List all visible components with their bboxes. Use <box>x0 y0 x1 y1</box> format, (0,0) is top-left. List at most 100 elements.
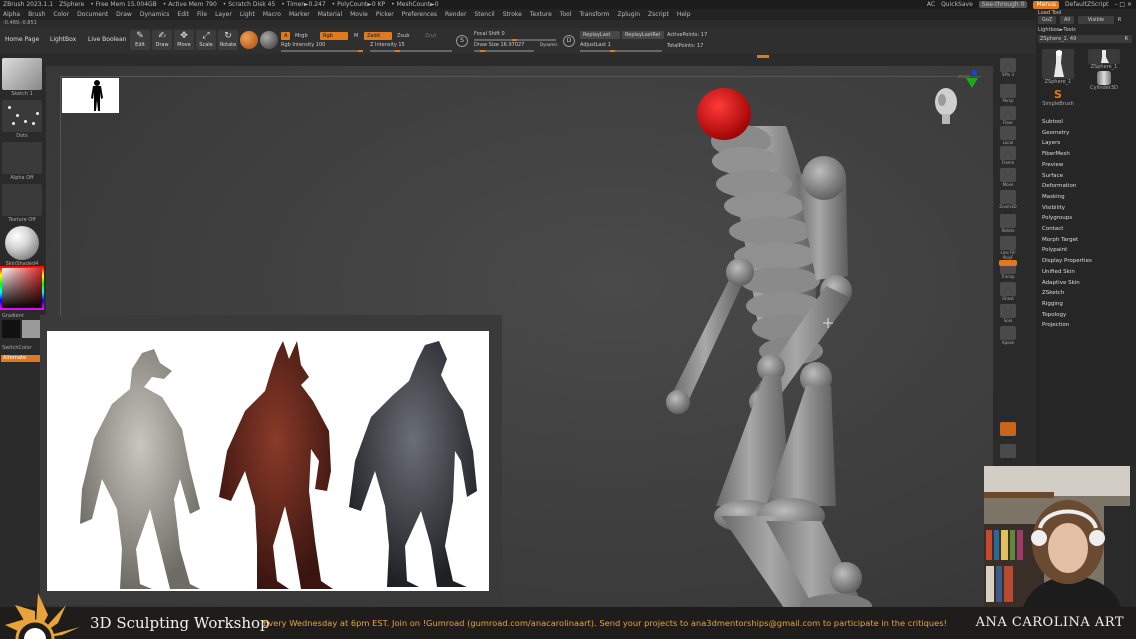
menu-draw[interactable]: Draw <box>116 11 132 18</box>
subpalette-rigging[interactable]: Rigging <box>1042 299 1092 310</box>
main-color-swatch[interactable] <box>2 320 20 338</box>
menu-movie[interactable]: Movie <box>350 11 368 18</box>
rotate-mode-button[interactable]: ↻ Rotate <box>218 30 238 50</box>
subpalette-polypaint[interactable]: Polypaint <box>1042 245 1092 256</box>
dynamic-toggle[interactable]: Dynamic <box>537 41 561 49</box>
switch-color-button[interactable]: SwitchColor <box>2 345 32 351</box>
zcut-toggle[interactable]: Zcut <box>422 32 439 40</box>
scale-mode-button[interactable]: ⤢ Scale <box>196 30 216 50</box>
menu-document[interactable]: Document <box>77 11 108 18</box>
zsub-toggle[interactable]: Zsub <box>394 32 412 40</box>
quicksave-button[interactable]: QuickSave <box>941 0 973 9</box>
lock-icon[interactable] <box>1000 444 1016 458</box>
tray-button-line-fill-polyf[interactable]: Line Fill PolyF <box>996 236 1020 260</box>
replay-last-rel-button[interactable]: ReplayLastRel <box>622 31 664 39</box>
subpalette-layers[interactable]: Layers <box>1042 138 1092 149</box>
default-zscript-button[interactable]: DefaultZScript <box>1065 0 1108 9</box>
subpalette-polygroups[interactable]: Polygroups <box>1042 213 1092 224</box>
menu-zplugin[interactable]: Zplugin <box>617 11 640 18</box>
menu-alpha[interactable]: Alpha <box>3 11 20 18</box>
menu-stroke[interactable]: Stroke <box>503 11 522 18</box>
menu-render[interactable]: Render <box>445 11 466 18</box>
focal-shift-icon[interactable]: S <box>456 35 468 47</box>
tray-button-floor[interactable]: Floor <box>996 106 1020 125</box>
material-swatch[interactable] <box>240 31 258 49</box>
rgb-toggle[interactable]: Rgb <box>320 32 348 40</box>
lightbox-button[interactable]: LightBox <box>50 36 76 43</box>
home-page-button[interactable]: Home Page <box>5 36 39 43</box>
subpalette-geometry[interactable]: Geometry <box>1042 128 1092 139</box>
goz-r-button[interactable]: R <box>1118 17 1121 23</box>
z-intensity-slider[interactable] <box>370 50 452 52</box>
subpalette-visibility[interactable]: Visibility <box>1042 203 1092 214</box>
menu-brush[interactable]: Brush <box>28 11 45 18</box>
move-mode-button[interactable]: ✥ Move <box>174 30 194 50</box>
tray-button-solo[interactable]: Solo <box>996 304 1020 323</box>
subpalette-projection[interactable]: Projection <box>1042 320 1092 331</box>
menu-transform[interactable]: Transform <box>579 11 609 18</box>
menu-file[interactable]: File <box>197 11 207 18</box>
tool-thumb-zsphere-1[interactable]: ZSphere_1 <box>1038 49 1078 85</box>
adjust-last-slider[interactable] <box>580 50 662 52</box>
menu-layer[interactable]: Layer <box>215 11 232 18</box>
edit-mode-button[interactable]: ✎ Edit <box>130 30 150 50</box>
subpalette-display-properties[interactable]: Display Properties <box>1042 256 1092 267</box>
replay-last-button[interactable]: ReplayLast <box>580 31 620 39</box>
menu-material[interactable]: Material <box>318 11 342 18</box>
menu-color[interactable]: Color <box>53 11 69 18</box>
menu-zscript[interactable]: Zscript <box>648 11 669 18</box>
menu-texture[interactable]: Texture <box>530 11 552 18</box>
tray-button-move[interactable]: Move <box>996 168 1020 187</box>
alpha-selector[interactable]: Alpha Off <box>2 142 42 181</box>
tray-button-persp[interactable]: Persp <box>996 84 1020 103</box>
subpalette-zsketch[interactable]: ZSketch <box>1042 288 1092 299</box>
axis-gizmo[interactable] <box>958 70 978 88</box>
subpalette-unified-skin[interactable]: Unified Skin <box>1042 267 1092 278</box>
a-toggle[interactable]: A <box>281 32 291 40</box>
menu-marker[interactable]: Marker <box>289 11 310 18</box>
material-selector[interactable]: SkinShaded4 <box>2 226 42 267</box>
rgb-intensity-slider[interactable] <box>281 50 363 52</box>
subpalette-masking[interactable]: Masking <box>1042 192 1092 203</box>
see-through-slider[interactable]: See-through 0 <box>978 1 1028 8</box>
tray-button-rotate[interactable]: Rotate <box>996 214 1020 233</box>
subpalette-contact[interactable]: Contact <box>1042 224 1092 235</box>
menu-stencil[interactable]: Stencil <box>474 11 494 18</box>
menus-toggle[interactable]: Menus <box>1033 0 1060 9</box>
gradient-label[interactable]: Gradient <box>2 313 24 319</box>
menu-dynamics[interactable]: Dynamics <box>140 11 170 18</box>
menu-tool[interactable]: Tool <box>560 11 572 18</box>
subpalette-adaptive-skin[interactable]: Adaptive Skin <box>1042 278 1092 289</box>
subpalette-morph-target[interactable]: Morph Target <box>1042 235 1092 246</box>
tray-button-zoom3d[interactable]: Zoom3D <box>996 190 1020 209</box>
subpalette-deformation[interactable]: Deformation <box>1042 181 1092 192</box>
goz-all-button[interactable]: All <box>1059 16 1075 24</box>
window-controls[interactable]: – □ × <box>1114 0 1132 9</box>
texture-selector[interactable]: Texture Off <box>2 184 42 223</box>
root-zsphere[interactable] <box>697 88 751 140</box>
tool-thumb-simplebrush[interactable]: S SimpleBrush <box>1038 89 1078 108</box>
lightbox-tools-button[interactable]: Lightbox►Tools <box>1038 26 1076 34</box>
goz-visible-button[interactable]: Visible <box>1077 16 1115 24</box>
subpalette-topology[interactable]: Topology <box>1042 310 1092 321</box>
stroke-selector[interactable]: Dots <box>2 100 42 139</box>
tray-button-spix-3[interactable]: SPix 3 <box>996 58 1020 77</box>
m-toggle[interactable]: M <box>351 32 361 40</box>
mrgb-toggle[interactable]: Mrgb <box>292 32 311 40</box>
subpalette-fibermesh[interactable]: FiberMesh <box>1042 149 1092 160</box>
draw-mode-button[interactable]: ✍ Draw <box>152 30 172 50</box>
menu-help[interactable]: Help <box>677 11 691 18</box>
menu-picker[interactable]: Picker <box>376 11 394 18</box>
menu-light[interactable]: Light <box>240 11 255 18</box>
menu-macro[interactable]: Macro <box>263 11 281 18</box>
tray-button-local[interactable]: Local <box>996 126 1020 145</box>
brush-selector[interactable]: Sketch 1 <box>2 58 42 97</box>
alternate-button[interactable]: Alternate <box>1 355 41 362</box>
live-boolean-button[interactable]: Live Boolean <box>88 36 126 43</box>
secondary-color-swatch[interactable] <box>22 320 40 338</box>
dynamic-orange-icon[interactable] <box>1000 422 1016 436</box>
goz-button[interactable]: GoZ <box>1038 16 1057 24</box>
tray-button-ghost[interactable]: Ghost <box>996 282 1020 301</box>
tool-thumb-zsphere-1-b[interactable]: ZSphere_1 <box>1084 49 1124 70</box>
subpalette-surface[interactable]: Surface <box>1042 171 1092 182</box>
